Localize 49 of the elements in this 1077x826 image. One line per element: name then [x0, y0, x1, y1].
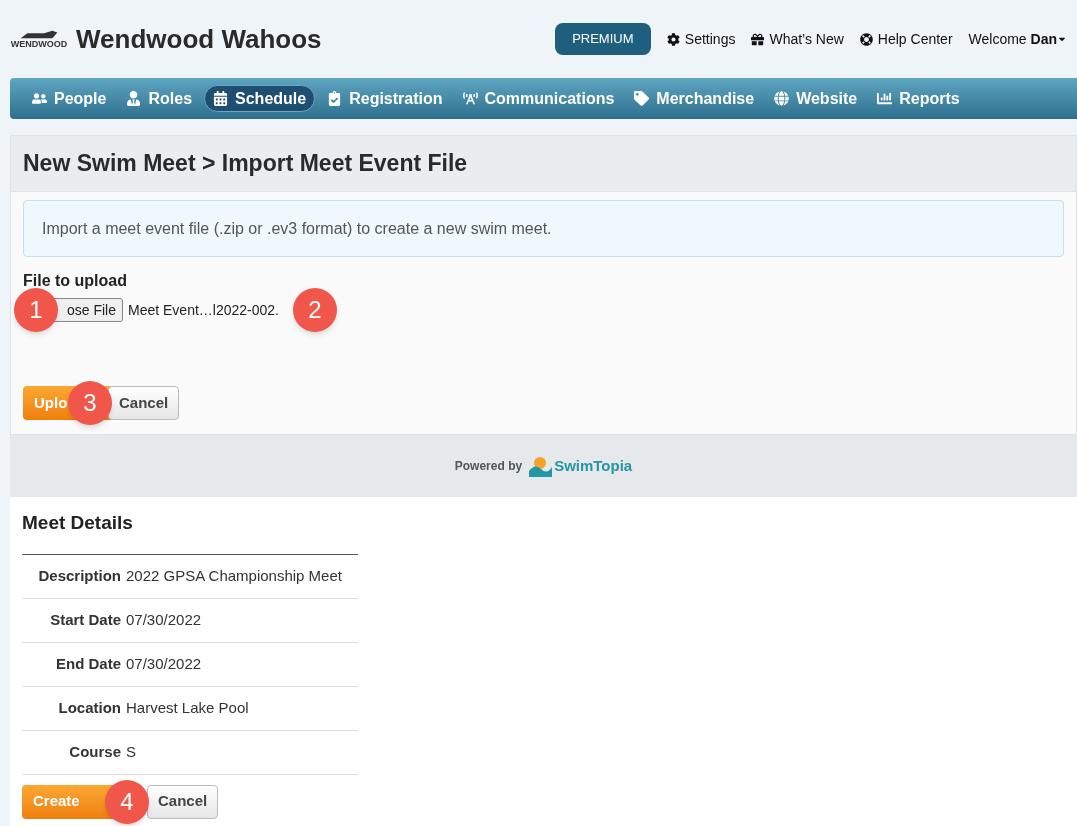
detail-label: End Date — [55, 653, 121, 674]
tag-icon — [634, 91, 650, 106]
header-link[interactable]: What’s New — [751, 28, 844, 50]
info-alert: Import a meet event file (.zip or .ev3 format) to create a new swim meet. — [23, 200, 1064, 257]
detail-value: 07/30/2022 — [126, 609, 202, 630]
callout-tooltip: 1 — [14, 288, 58, 332]
person-icon — [126, 91, 142, 106]
antenna-icon — [462, 91, 478, 106]
detail-label: Location — [57, 697, 121, 718]
bar-chart-icon — [877, 91, 893, 106]
logo: WENDWOOD — [12, 29, 66, 49]
header-link[interactable]: Help Center — [859, 28, 953, 50]
detail-label: Course — [68, 741, 121, 762]
nav-tab[interactable]: Roles — [118, 85, 201, 112]
settings-icon — [666, 32, 680, 46]
callout-tooltip: 4 — [105, 779, 149, 824]
team-name: Wendwood Wahoos — [76, 22, 322, 56]
nav-tab[interactable]: People — [24, 85, 115, 112]
nav-tab[interactable]: Reports — [869, 85, 968, 112]
section-title: Meet Details — [22, 511, 134, 535]
detail-value: 07/30/2022 — [126, 653, 202, 674]
powered-by-text: Powered by — [454, 458, 523, 475]
detail-value: S — [126, 741, 136, 762]
detail-value: Harvest Lake Pool — [126, 697, 249, 718]
detail-label: Start Date — [49, 609, 121, 630]
nav-tab[interactable]: Website — [766, 85, 866, 112]
swimtopia-logo: SwimTopia — [527, 453, 633, 479]
cancel-button[interactable]: Cancel — [108, 386, 180, 420]
premium-button[interactable]: PREMIUM — [554, 23, 651, 55]
nav-tab[interactable]: Merchandise — [626, 85, 763, 112]
nav-tab[interactable]: Registration — [319, 85, 451, 112]
file-name: Meet Event…l2022-002. — [128, 300, 279, 320]
field-label: File to upload — [23, 271, 128, 291]
people-icon — [32, 91, 47, 106]
detail-label: Description — [37, 565, 121, 586]
page-title: New Swim Meet > Import Meet Event File — [23, 149, 468, 179]
callout-tooltip: 2 — [293, 288, 337, 332]
help-icon — [859, 32, 873, 46]
welcome-menu[interactable]: Welcome Dan — [968, 28, 1067, 50]
clipboard-icon — [327, 91, 343, 106]
calendar-icon — [213, 91, 229, 106]
nav-tab[interactable]: Schedule — [204, 85, 316, 112]
detail-value: 2022 GPSA Championship Meet — [126, 565, 342, 586]
callout-tooltip: 3 — [68, 381, 112, 425]
gift-icon — [751, 32, 765, 46]
nav-tab[interactable]: Communications — [454, 85, 623, 112]
globe-icon — [774, 91, 790, 106]
header-link[interactable]: Settings — [666, 28, 736, 50]
cancel-button[interactable]: Cancel — [147, 784, 219, 819]
